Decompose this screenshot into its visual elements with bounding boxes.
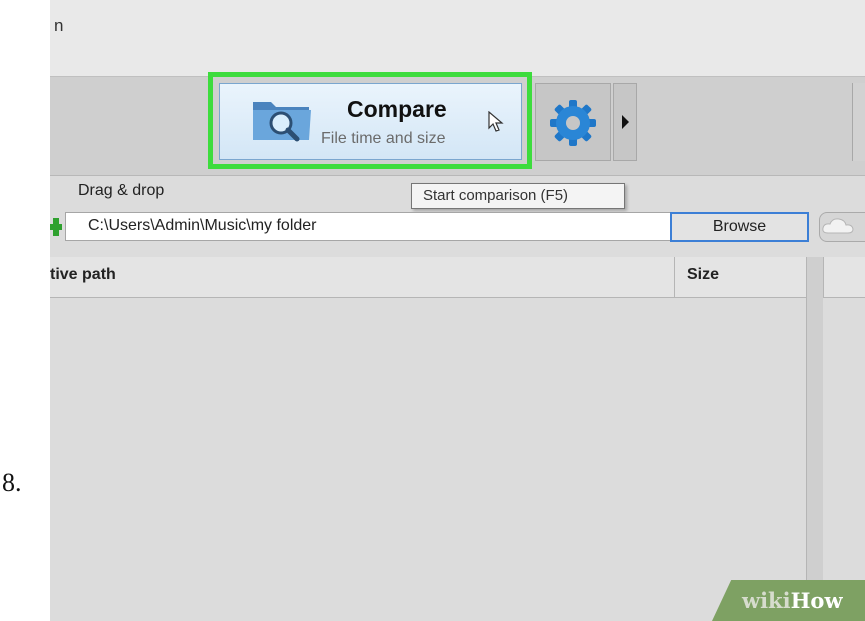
file-list[interactable] — [50, 298, 805, 621]
window-title: n — [54, 16, 64, 35]
plus-icon[interactable] — [50, 218, 62, 241]
compare-sublabel: File time and size — [321, 130, 446, 147]
watermark-wiki: wiki — [742, 588, 791, 613]
app-window: n Compare File time and size Start compa… — [50, 0, 865, 621]
cloud-icon — [822, 218, 854, 234]
browse-button[interactable]: Browse — [670, 212, 809, 242]
cloud-button[interactable] — [819, 212, 865, 242]
settings-menu-arrow-button[interactable] — [613, 83, 637, 161]
folder-search-icon — [251, 94, 313, 149]
table-header: tive path Size — [50, 257, 865, 298]
chevron-right-icon — [622, 115, 629, 129]
mouse-cursor-icon — [488, 110, 504, 138]
column-header-right[interactable] — [822, 257, 865, 297]
column-header-relative-path[interactable]: tive path — [50, 266, 116, 284]
settings-button[interactable] — [535, 83, 611, 161]
wikihow-watermark: wikiHow — [712, 580, 865, 621]
column-header-size[interactable]: Size — [687, 266, 719, 284]
compare-label: Compare — [347, 96, 447, 122]
step-number: 8. — [2, 468, 22, 497]
title-bar: n — [50, 0, 865, 76]
column-divider[interactable] — [674, 257, 675, 297]
pane-splitter[interactable] — [806, 257, 824, 621]
folder-path-value: C:\Users\Admin\Music\my folder — [88, 217, 317, 234]
watermark-how: How — [790, 588, 843, 613]
drag-drop-label: Drag & drop — [78, 182, 165, 199]
right-file-list[interactable] — [823, 298, 865, 621]
toolbar-edge-button[interactable] — [852, 83, 865, 161]
folder-path-field[interactable]: C:\Users\Admin\Music\my folder — [65, 212, 694, 241]
compare-button[interactable]: Compare File time and size — [219, 83, 522, 160]
tooltip: Start comparison (F5) — [411, 183, 625, 209]
gear-icon — [548, 98, 598, 153]
